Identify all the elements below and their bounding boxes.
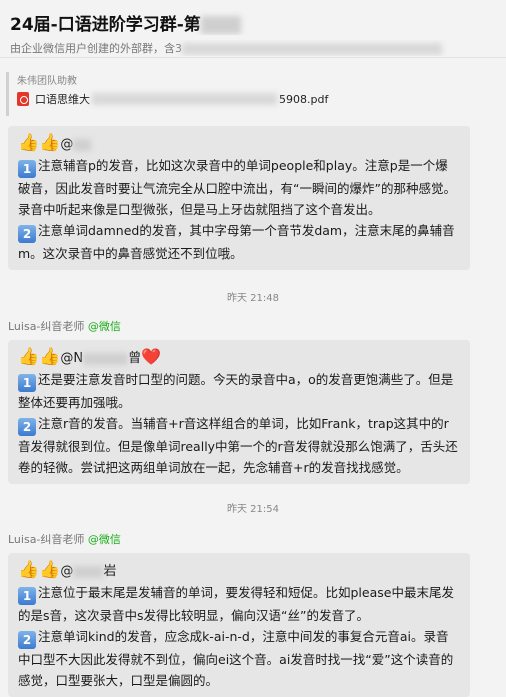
number-1-icon: 1 [18,374,36,392]
wechat-source: @微信 [87,320,121,333]
quoted-file-card[interactable]: 朱伟团队助教 口语思维大 5908.pdf [6,72,500,116]
mention[interactable]: @ [60,137,73,152]
file-name-prefix: 口语思维大 [35,93,90,106]
blurred-mention [73,138,92,151]
thumbs-up-icon: 👍👍 [18,133,61,153]
message-1-paragraph-1: 注意辅音p的发音，比如这次录音中的单词people和play。注意p是一个爆破音… [18,158,456,217]
number-1-icon: 1 [18,587,36,605]
chat-title[interactable]: 24届-口语进阶学习群-第 [10,10,496,35]
message-1-paragraph-2: 注意单词damned的发音，其中字母第一个音节发dam，注意末尾的鼻辅音m。这次… [18,223,455,261]
blurred-subtitle-tail [182,43,442,55]
number-2-icon: 2 [18,225,36,243]
wechat-source: @微信 [87,533,121,546]
message-bubble-2[interactable]: 👍👍@N 曾❤️ 1 还是要注意发音时口型的问题。今天的录音中a，o的发音更饱满些了… [8,340,470,484]
blurred-file-name [92,93,277,105]
pdf-icon [17,92,29,106]
chat-header: 24届-口语进阶学习群-第 由企业微信用户创建的外部群，含3 [0,0,506,58]
number-2-icon: 2 [18,418,36,436]
message-3-paragraph-1: 注意位于最末尾是发辅音的单词，要发得轻和短促。比如please中最末尾发的是s音… [18,585,454,623]
blurred-mention [73,565,104,578]
file-sender: 朱伟团队助教 [17,76,77,87]
sender-line-2[interactable]: Luisa-纠音老师 @微信 [8,531,121,547]
heart-icon: ❤️ [141,347,162,366]
timestamp-2: 昨天 21:54 [227,504,279,515]
message-bubble-3[interactable]: 👍👍@ 岩 1 注意位于最末尾是发辅音的单词，要发得轻和短促。比如please中最末… [8,553,470,697]
blurred-title-tail [200,16,241,34]
mention-tail: 岩 [103,564,117,579]
message-3-paragraph-2: 注意单词kind的发音，应念成k-ai-n-d，注意中间发的事复合元音ai。录音… [18,629,454,688]
number-1-icon: 1 [18,160,36,178]
thumbs-up-icon: 👍👍 [18,560,61,580]
chat-subtitle: 由企业微信用户创建的外部群，含3 [10,40,496,56]
file-name-suffix: 5908.pdf [279,92,329,106]
timestamp-1: 昨天 21:48 [227,293,279,304]
mention[interactable]: @N [60,351,83,366]
number-2-icon: 2 [18,631,36,649]
file-row[interactable]: 口语思维大 5908.pdf [17,91,500,107]
thumbs-up-icon: 👍👍 [18,347,61,367]
mention-tail: 曾 [128,351,142,366]
message-2-paragraph-1: 还是要注意发音时口型的问题。今天的录音中a，o的发音更饱满些了。但是整体还要再加… [18,372,454,410]
sender-name: Luisa-纠音老师 [8,320,85,333]
sender-line-1[interactable]: Luisa-纠音老师 @微信 [8,318,121,334]
mention[interactable]: @ [60,564,73,579]
message-bubble-1[interactable]: 👍👍@ 1 注意辅音p的发音，比如这次录音中的单词people和play。注意p是… [8,126,470,270]
blurred-mention [83,352,129,365]
message-2-paragraph-2: 注意r音的发音。当辅音+r音这样组合的单词，比如Frank，trap这其中的r音… [18,416,458,475]
sender-name: Luisa-纠音老师 [8,533,85,546]
